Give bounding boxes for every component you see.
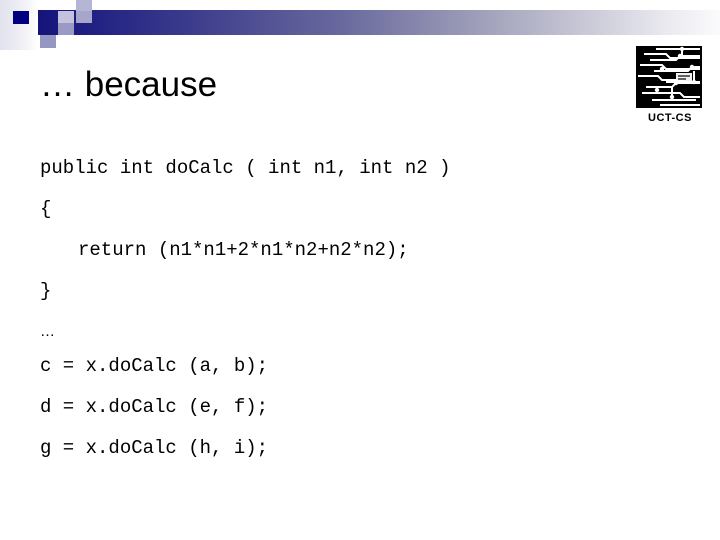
decorative-header-band [0,0,720,50]
code-line: return (n1*n1+2*n1*n2+n2*n2); [78,239,409,261]
deco-square-top [76,0,92,11]
deco-square-pale [58,11,74,23]
code-line: { [40,198,52,220]
code-line: d = x.doCalc (e, f); [40,396,269,418]
slide-canvas: … because UCT-CS public int doCalc (int… [0,0,720,540]
deco-square-navy [13,11,29,24]
code-line: g = x.doCalc (h, i); [40,437,269,459]
code-line: } [40,280,52,302]
code-body: public int doCalc ( int n1, int n2 ) { r… [40,158,640,479]
code-line: public int doCalc ( int n1, int n2 ) [40,157,451,179]
code-line: c = x.doCalc (a, b); [40,355,269,377]
logo-block: UCT-CS [636,46,704,124]
code-line-ellipsis: … [40,323,55,340]
logo-caption: UCT-CS [648,112,692,124]
deco-square-upper [76,11,92,23]
deco-square-fade [0,0,38,50]
uct-cs-circuit-logo-icon [636,46,702,108]
page-title: … because [40,65,218,104]
deco-square-lower [40,35,56,48]
deco-square-mid [58,23,74,35]
gradient-bar [38,10,720,35]
